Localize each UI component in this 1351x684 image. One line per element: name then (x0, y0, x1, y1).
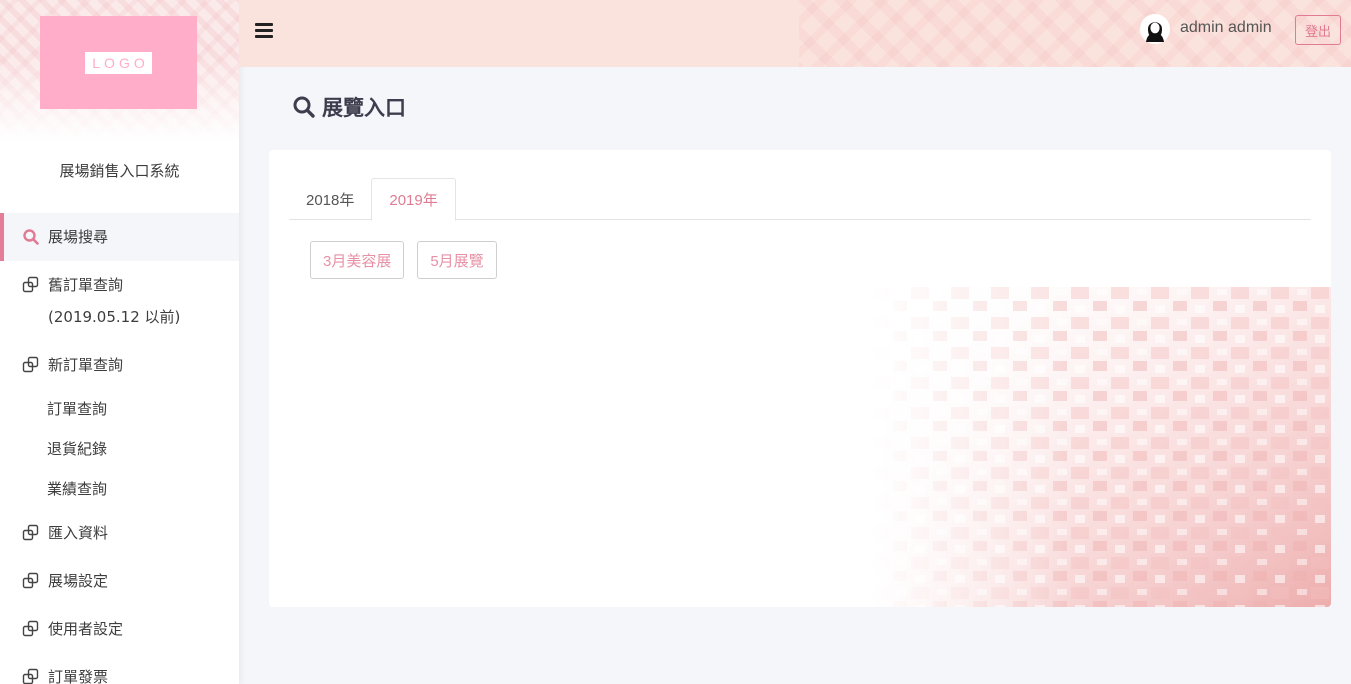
sidebar-item-new-orders[interactable]: 新訂單查詢 (0, 341, 239, 389)
sidebar-item-label: 展場設定 (48, 572, 109, 590)
logo-text: LOGO (85, 51, 152, 74)
hamburger-icon[interactable] (255, 23, 273, 39)
sidebar-item-label: 使用者設定 (48, 620, 124, 638)
sidebar-subitem-returns[interactable]: 退貨紀錄 (0, 429, 239, 469)
exhibition-card: 2018年 2019年 3月美容展 5月展覽 (269, 150, 1331, 607)
sidebar-item-label: 新訂單查詢 (48, 356, 124, 374)
exhibition-button-march-beauty[interactable]: 3月美容展 (310, 241, 405, 279)
sidebar-subitem-order-query[interactable]: 訂單查詢 (0, 389, 239, 429)
sidebar-item-user-settings[interactable]: 使用者設定 (0, 605, 239, 653)
search-icon (23, 229, 39, 245)
sidebar-nav: 展場搜尋 舊訂單查詢 (2019.05.12 以前) 新訂單查詢 訂單查詢 退貨… (0, 213, 239, 684)
clone-icon (22, 276, 39, 293)
topbar-background (239, 0, 799, 67)
page-title: 展覽入口 (292, 92, 406, 122)
clone-icon (22, 668, 39, 684)
sidebar-item-exhibition-settings[interactable]: 展場設定 (0, 557, 239, 605)
search-icon (293, 96, 315, 118)
sidebar-item-import-data[interactable]: 匯入資料 (0, 509, 239, 557)
logout-button[interactable]: 登出 (1295, 15, 1341, 45)
sidebar-item-sublabel: (2019.05.12 以前) (48, 308, 181, 326)
tab-2019[interactable]: 2019年 (371, 178, 456, 221)
username: admin admin (1180, 19, 1272, 36)
top-bar: admin admin 登出 (239, 0, 1351, 67)
exhibition-list: 3月美容展 5月展覽 (310, 241, 497, 279)
page-title-text: 展覽入口 (322, 96, 406, 120)
app-title: 展場銷售入口系統 (59, 162, 180, 180)
clone-icon (22, 524, 39, 541)
clone-icon (22, 572, 39, 589)
sidebar-item-old-orders[interactable]: 舊訂單查詢 (2019.05.12 以前) (0, 261, 239, 341)
sidebar: LOGO 展場銷售入口系統 展場搜尋 舊訂單查詢 (2019.05.12 以前) (0, 0, 239, 684)
user-avatar-icon[interactable] (1140, 14, 1170, 44)
sidebar-subitem-performance[interactable]: 業績查詢 (0, 469, 239, 509)
sidebar-item-label: 訂單發票 (48, 668, 109, 684)
clone-icon (22, 356, 39, 373)
logo[interactable]: LOGO (40, 16, 197, 109)
clone-icon (22, 620, 39, 637)
tab-2018[interactable]: 2018年 (289, 178, 371, 220)
year-tabs: 2018年 2019年 (289, 178, 1311, 221)
sidebar-item-label: 舊訂單查詢 (48, 276, 124, 294)
exhibition-button-may[interactable]: 5月展覽 (417, 241, 497, 279)
sidebar-item-exhibition-search[interactable]: 展場搜尋 (0, 213, 239, 261)
sidebar-item-label: 匯入資料 (48, 524, 109, 542)
sidebar-item-order-invoice[interactable]: 訂單發票 (0, 653, 239, 684)
decorative-pattern (871, 287, 1331, 607)
sidebar-item-label: 展場搜尋 (48, 228, 109, 246)
sidebar-header: LOGO (0, 0, 239, 141)
